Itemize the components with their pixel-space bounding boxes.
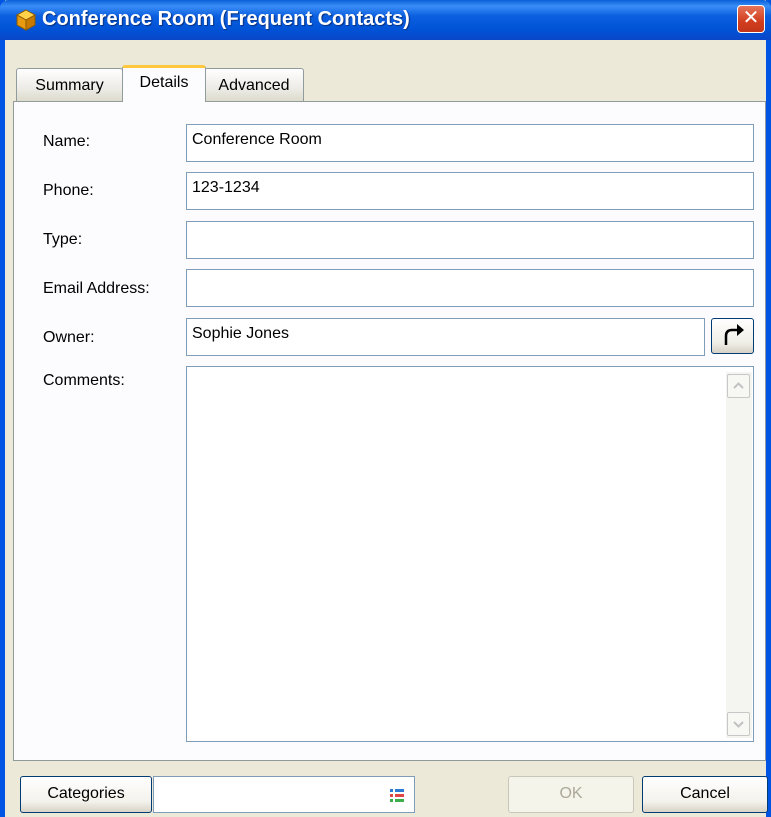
name-label: Name: — [43, 133, 91, 150]
comments-textarea[interactable] — [186, 366, 754, 742]
window-title: Conference Room (Frequent Contacts) — [42, 8, 410, 30]
ok-button[interactable]: OK — [508, 776, 634, 813]
comments-label: Comments: — [43, 372, 125, 389]
phone-field[interactable]: 123-1234 — [186, 172, 754, 210]
chevron-up-icon — [733, 382, 744, 389]
categories-input[interactable] — [153, 776, 415, 813]
cancel-button[interactable]: Cancel — [642, 776, 768, 813]
owner-field[interactable]: Sophie Jones — [186, 318, 705, 356]
name-field[interactable]: Conference Room — [186, 124, 754, 162]
comments-scrollbar[interactable] — [726, 372, 752, 738]
email-label: Email Address: — [43, 280, 150, 297]
close-icon: ✕ — [742, 7, 760, 29]
email-field[interactable] — [186, 269, 754, 307]
scroll-down-button[interactable] — [727, 712, 750, 736]
dialog-footer: Categories OK Cancel — [5, 768, 768, 817]
phone-label: Phone: — [43, 182, 94, 199]
cube-icon — [15, 9, 37, 31]
tab-advanced[interactable]: Advanced — [204, 68, 304, 102]
chevron-down-icon — [733, 721, 744, 728]
tab-details[interactable]: Details — [122, 65, 206, 102]
scroll-up-button[interactable] — [727, 374, 750, 398]
categories-button[interactable]: Categories — [20, 776, 152, 813]
redirect-arrow-icon — [724, 324, 744, 345]
owner-label: Owner: — [43, 329, 95, 346]
list-icon[interactable] — [390, 788, 404, 802]
tab-strip: Summary Details Advanced — [5, 40, 766, 102]
owner-select-button[interactable] — [711, 318, 754, 354]
title-bar[interactable]: Conference Room (Frequent Contacts) ✕ — [0, 0, 771, 40]
type-label: Type: — [43, 231, 83, 248]
close-button[interactable]: ✕ — [737, 5, 765, 33]
tab-summary[interactable]: Summary — [16, 68, 123, 102]
type-field[interactable] — [186, 221, 754, 259]
contact-dialog: Conference Room (Frequent Contacts) ✕ Su… — [0, 0, 771, 817]
